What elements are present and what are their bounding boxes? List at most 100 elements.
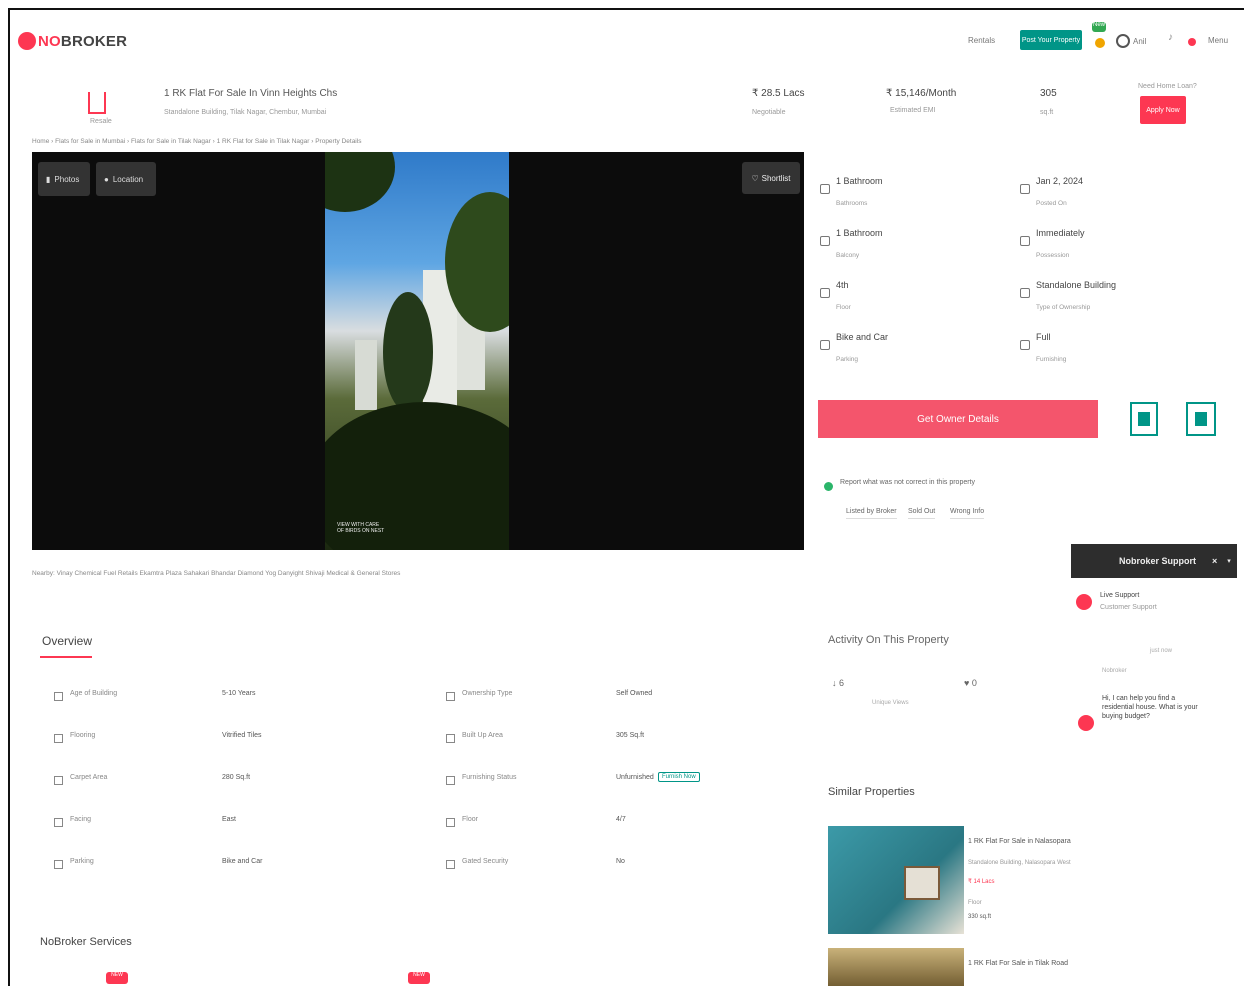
unique-views-label: Unique Views bbox=[872, 700, 909, 706]
listed-by-broker-chip[interactable]: Listed by Broker bbox=[846, 508, 897, 519]
similar-price-1: ₹ 14 Lacs bbox=[968, 879, 995, 885]
nearby-places[interactable]: Nearby: Vinay Chemical Fuel Retails Ekam… bbox=[32, 570, 400, 577]
similar-title-1[interactable]: 1 RK Flat For Sale in Nalasopara bbox=[968, 838, 1071, 845]
detail-parking: Bike and Car bbox=[836, 332, 889, 342]
overview-label: Gated Security bbox=[462, 858, 509, 865]
overview-table: Age of Building 5-10 Years Ownership Typ… bbox=[46, 688, 766, 888]
support-avatar bbox=[1076, 594, 1092, 610]
shortlist-count: ♥ 0 bbox=[964, 678, 977, 688]
area-unit: sq.ft bbox=[1040, 109, 1054, 116]
location-pin-icon: ● bbox=[104, 174, 109, 184]
detail-bathroom: 1 Bathroom bbox=[836, 228, 883, 238]
browser-viewport: NOBROKER Rentals Post Your Property New … bbox=[8, 8, 1244, 986]
chat-icon bbox=[1195, 412, 1207, 426]
detail-label: Furnishing bbox=[1036, 356, 1067, 363]
overview-value: 280 Sq.ft bbox=[222, 774, 251, 781]
property-title: 1 RK Flat For Sale In Vinn Heights Chs bbox=[164, 88, 338, 99]
account-name[interactable]: Anil bbox=[1133, 37, 1146, 46]
overview-value: Unfurnished bbox=[616, 774, 654, 781]
bell-icon[interactable]: ♪ bbox=[1168, 32, 1173, 43]
detail-floor: 4th bbox=[836, 280, 849, 290]
live-support-label: Live Support bbox=[1100, 592, 1140, 599]
similar-property-image[interactable] bbox=[828, 826, 964, 934]
detail-label: Balcony bbox=[836, 252, 860, 259]
overview-label: Furnishing Status bbox=[462, 774, 517, 781]
sold-out-chip[interactable]: Sold Out bbox=[908, 508, 936, 519]
just-now-label: just now bbox=[1150, 648, 1173, 654]
bot-avatar bbox=[1078, 715, 1094, 731]
close-icon[interactable]: × bbox=[1212, 556, 1217, 566]
calendar-icon bbox=[1020, 184, 1030, 194]
emi-value: ₹ 15,146/Month bbox=[886, 88, 957, 99]
area-value: 305 bbox=[1040, 88, 1057, 99]
notification-dot-icon[interactable] bbox=[1188, 38, 1196, 46]
rentals-link[interactable]: Rentals bbox=[968, 36, 995, 45]
overview-value: 4/7 bbox=[616, 816, 626, 823]
unique-views-count: ↓ 6 bbox=[832, 678, 845, 688]
location-button[interactable]: ● Location bbox=[96, 162, 156, 196]
user-icon[interactable] bbox=[1116, 34, 1130, 48]
detail-furnishing: Full bbox=[1036, 332, 1051, 342]
building-age-icon bbox=[54, 692, 63, 701]
frame-shape bbox=[904, 866, 940, 900]
chevron-down-icon[interactable]: ▾ bbox=[1227, 557, 1231, 565]
house-icon bbox=[88, 92, 106, 114]
photo-gallery[interactable]: ▮ Photos ● Location ♡ Shortlist VIEW WIT… bbox=[32, 152, 804, 550]
carpet-area-icon bbox=[54, 776, 63, 785]
bot-tag: Nobroker bbox=[1102, 668, 1127, 674]
parking-icon bbox=[820, 340, 830, 350]
similar-property-image[interactable] bbox=[828, 948, 964, 986]
emi-label[interactable]: Estimated EMI bbox=[890, 107, 936, 114]
detail-bedroom: 1 Bathroom bbox=[836, 176, 883, 186]
detail-posted: Jan 2, 2024 bbox=[1036, 176, 1084, 186]
get-owner-details-button[interactable]: Get Owner Details bbox=[818, 400, 1098, 438]
photos-button[interactable]: ▮ Photos bbox=[38, 162, 90, 196]
overview-label: Carpet Area bbox=[70, 774, 108, 781]
phone-button[interactable] bbox=[1130, 402, 1158, 436]
bed-icon bbox=[820, 184, 830, 194]
property-address: Standalone Building, Tilak Nagar, Chembu… bbox=[164, 109, 327, 116]
detail-possession: Immediately bbox=[1036, 228, 1085, 238]
shortlist-button[interactable]: ♡ Shortlist bbox=[742, 162, 800, 194]
menu-button[interactable]: Menu bbox=[1208, 36, 1228, 45]
flooring-icon bbox=[54, 734, 63, 743]
heart-icon: ♡ bbox=[751, 173, 759, 183]
sofa-icon bbox=[1020, 340, 1030, 350]
wrong-info-chip[interactable]: Wrong Info bbox=[950, 508, 985, 519]
overview-label: Age of Building bbox=[70, 690, 118, 697]
similar-title: Similar Properties bbox=[828, 786, 915, 798]
overview-label: Ownership Type bbox=[462, 690, 513, 697]
similar-sub-1: Standalone Building, Nalasopara West bbox=[968, 860, 1071, 866]
nobroker-logo[interactable]: NOBROKER bbox=[38, 33, 127, 50]
overview-label: Flooring bbox=[70, 732, 96, 739]
nobroker-logo-icon[interactable] bbox=[18, 32, 36, 50]
report-icon bbox=[824, 482, 833, 491]
post-property-button[interactable]: Post Your Property bbox=[1020, 30, 1082, 50]
overview-label: Parking bbox=[70, 858, 94, 865]
overview-value: No bbox=[616, 858, 625, 865]
chat-button[interactable] bbox=[1186, 402, 1216, 436]
new-badge: NEW bbox=[106, 972, 128, 984]
photo-caption: VIEW WITH CARE OF BIRDS ON NEST bbox=[337, 522, 385, 534]
apply-now-button[interactable]: Apply Now bbox=[1140, 96, 1186, 124]
property-photo[interactable]: VIEW WITH CARE OF BIRDS ON NEST bbox=[325, 152, 509, 550]
tree-shape bbox=[383, 292, 433, 412]
breadcrumb[interactable]: Home › Flats for Sale in Mumbai › Flats … bbox=[32, 138, 361, 145]
overview-underline bbox=[40, 656, 92, 658]
floor-icon bbox=[820, 288, 830, 298]
coin-icon[interactable] bbox=[1095, 38, 1105, 48]
detail-label: Possession bbox=[1036, 252, 1070, 259]
support-bar[interactable]: Nobroker Support × ▾ bbox=[1071, 544, 1237, 578]
furnish-now-button[interactable]: Furnish Now bbox=[658, 772, 700, 782]
detail-building: Standalone Building bbox=[1036, 280, 1117, 290]
home-loan-text: Need Home Loan? bbox=[1138, 83, 1197, 90]
price-note: Negotiable bbox=[752, 109, 786, 116]
details-grid: 1 Bathroom Bathrooms Jan 2, 2024 Posted … bbox=[818, 170, 1238, 380]
security-icon bbox=[446, 860, 455, 869]
overview-title[interactable]: Overview bbox=[42, 634, 92, 648]
similar-title-2[interactable]: 1 RK Flat For Sale in Tilak Road bbox=[968, 960, 1068, 967]
building-icon bbox=[1020, 288, 1030, 298]
floor-icon bbox=[446, 818, 455, 827]
detail-label: Parking bbox=[836, 356, 859, 363]
property-price: ₹ 28.5 Lacs bbox=[752, 88, 805, 99]
